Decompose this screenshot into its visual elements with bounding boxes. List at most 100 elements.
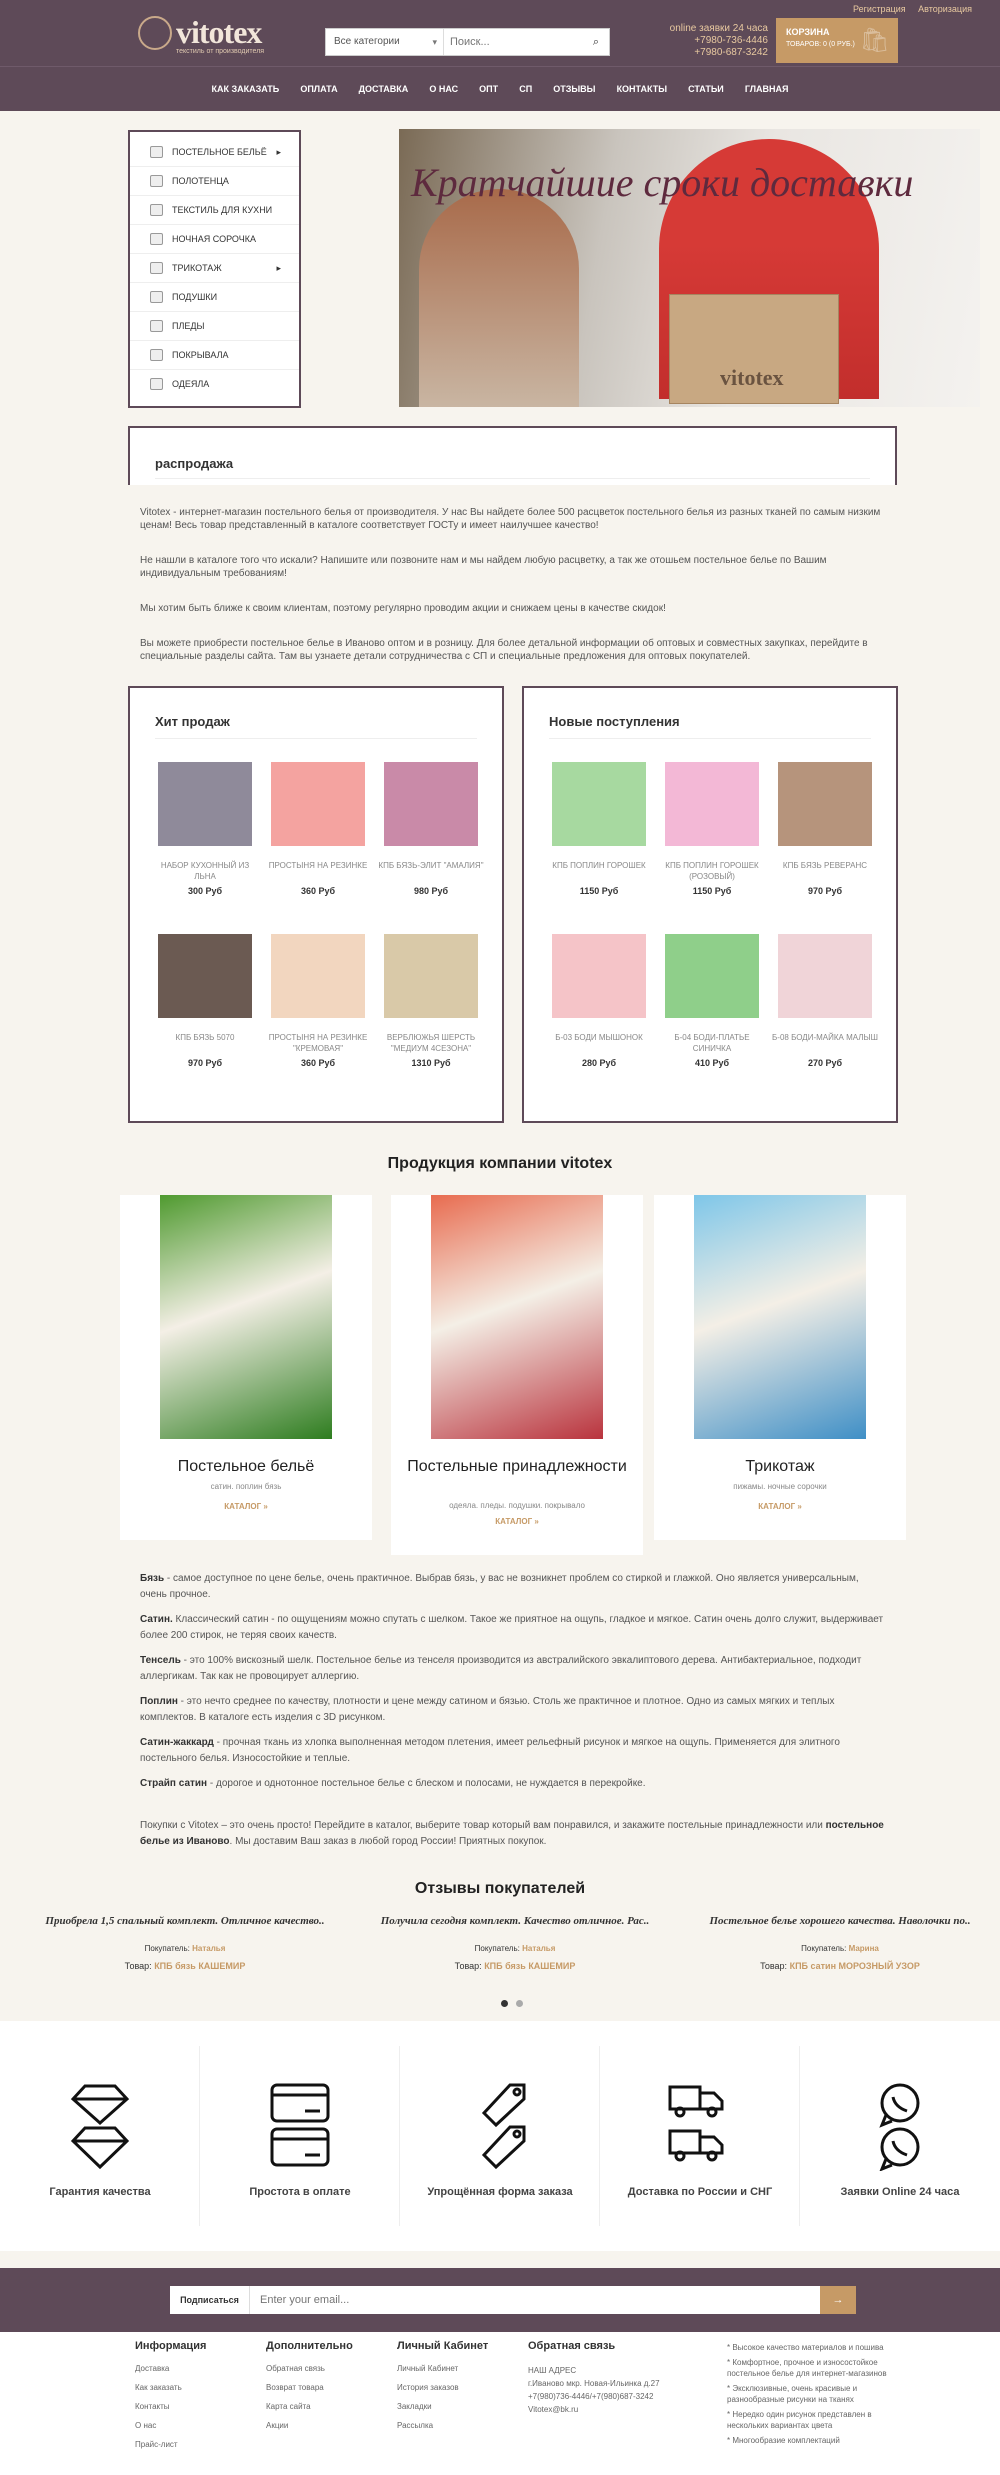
nav-contacts[interactable]: КОНТАКТЫ xyxy=(617,67,667,112)
review-item[interactable]: Постельное белье хорошего качества. Наво… xyxy=(690,1913,990,1971)
category-towels[interactable]: ПОЛОТЕНЦА xyxy=(130,167,299,196)
category-blankets[interactable]: ОДЕЯЛА xyxy=(130,370,299,399)
product-name[interactable]: КПБ ПОПЛИН ГОРОШЕК xyxy=(544,860,654,882)
footer-link[interactable]: Карта сайта xyxy=(266,2402,353,2411)
category-kitchen[interactable]: ТЕКСТИЛЬ ДЛЯ КУХНИ xyxy=(130,196,299,225)
product-card[interactable]: ВЕРБЛЮЖЬЯ ШЕРСТЬ "МЕДИУМ 4СЕЗОНА" 1310 Ру… xyxy=(376,934,486,1068)
product-name[interactable]: Б-03 БОДИ МЫШОНОК xyxy=(544,1032,654,1054)
review-quote[interactable]: Получила сегодня комплект. Качество отли… xyxy=(360,1913,670,1930)
footer-link[interactable]: Контакты xyxy=(135,2402,206,2411)
footer-link[interactable]: Доставка xyxy=(135,2364,206,2373)
nav-about[interactable]: О НАС xyxy=(429,67,458,112)
product-category-card[interactable]: Трикотаж пижамы. ночные сорочки КАТАЛОГ … xyxy=(654,1195,906,1540)
product-name[interactable]: ПРОСТЫНЯ НА РЕЗИНКЕ xyxy=(263,860,373,882)
product-name[interactable]: КПБ БЯЗЬ РЕВЕРАНС xyxy=(770,860,880,882)
category-knitwear[interactable]: ТРИКОТАЖ ▸ xyxy=(130,254,299,283)
product-category-card[interactable]: Постельное бельё сатин. поплин бязь КАТА… xyxy=(120,1195,372,1540)
site-logo[interactable]: vitotex текстиль от производителя xyxy=(138,14,298,58)
search-category-select[interactable]: Все категории ▾ xyxy=(326,29,444,55)
phone-1[interactable]: +7980-736-4446 xyxy=(650,35,768,47)
sale-title[interactable]: распродажа xyxy=(155,456,233,471)
product-image[interactable] xyxy=(271,762,365,846)
product-card[interactable]: КПБ ПОПЛИН ГОРОШЕК (РОЗОВЫЙ) 1150 Руб xyxy=(657,762,767,896)
category-poster-image[interactable] xyxy=(694,1195,866,1439)
product-name[interactable]: Б-04 БОДИ-ПЛАТЬЕ СИНИЧКА xyxy=(657,1032,767,1054)
nav-sp[interactable]: СП xyxy=(519,67,532,112)
footer-phones[interactable]: +7(980)736-4446/+7(980)687-3242 xyxy=(528,2390,660,2403)
nav-payment[interactable]: ОПЛАТА xyxy=(300,67,337,112)
subscribe-button[interactable]: → xyxy=(820,2286,856,2314)
nav-delivery[interactable]: ДОСТАВКА xyxy=(359,67,409,112)
footer-link[interactable]: Возврат товара xyxy=(266,2383,353,2392)
footer-link[interactable]: О нас xyxy=(135,2421,206,2430)
product-image[interactable] xyxy=(665,934,759,1018)
product-image[interactable] xyxy=(778,762,872,846)
product-image[interactable] xyxy=(384,934,478,1018)
product-name[interactable]: НАБОР КУХОННЫЙ ИЗ ЛЬНА xyxy=(150,860,260,882)
catalog-link[interactable]: КАТАЛОГ » xyxy=(120,1502,372,1511)
category-bedding[interactable]: ПОСТЕЛЬНОЕ БЕЛЬЁ ▸ xyxy=(130,138,299,167)
product-card[interactable]: КПБ БЯЗЬ 5070 970 Руб xyxy=(150,934,260,1068)
footer-link[interactable]: Как заказать xyxy=(135,2383,206,2392)
nav-how-to-order[interactable]: КАК ЗАКАЗАТЬ xyxy=(211,67,279,112)
category-poster-image[interactable] xyxy=(431,1195,603,1439)
category-bedspreads[interactable]: ПОКРЫВАЛА xyxy=(130,341,299,370)
hero-banner[interactable]: vitotex Кратчайшие сроки доставки xyxy=(399,129,980,407)
category-pillows[interactable]: ПОДУШКИ xyxy=(130,283,299,312)
footer-link[interactable]: Личный Кабинет xyxy=(397,2364,488,2373)
product-name[interactable]: КПБ БЯЗЬ 5070 xyxy=(150,1032,260,1054)
nav-articles[interactable]: СТАТЬИ xyxy=(688,67,724,112)
product-image[interactable] xyxy=(158,934,252,1018)
product-image[interactable] xyxy=(158,762,252,846)
product-card[interactable]: Б-08 БОДИ-МАЙКА МАЛЫШ 270 Руб xyxy=(770,934,880,1068)
category-nightgown[interactable]: НОЧНАЯ СОРОЧКА xyxy=(130,225,299,254)
product-image[interactable] xyxy=(665,762,759,846)
product-image[interactable] xyxy=(271,934,365,1018)
product-image[interactable] xyxy=(778,934,872,1018)
product-image[interactable] xyxy=(384,762,478,846)
review-quote[interactable]: Приобрела 1,5 спальный комплект. Отлично… xyxy=(30,1913,340,1930)
product-card[interactable]: КПБ БЯЗЬ-ЭЛИТ "АМАЛИЯ" 980 Руб xyxy=(376,762,486,896)
product-image[interactable] xyxy=(552,934,646,1018)
product-card[interactable]: Б-03 БОДИ МЫШОНОК 280 Руб xyxy=(544,934,654,1068)
product-image[interactable] xyxy=(552,762,646,846)
footer-link[interactable]: Обратная связь xyxy=(266,2364,353,2373)
product-name[interactable]: КПБ БЯЗЬ-ЭЛИТ "АМАЛИЯ" xyxy=(376,860,486,882)
review-quote[interactable]: Постельное белье хорошего качества. Наво… xyxy=(690,1913,990,1930)
footer-link[interactable]: Рассылка xyxy=(397,2421,488,2430)
footer-link[interactable]: Акции xyxy=(266,2421,353,2430)
register-link[interactable]: Регистрация xyxy=(853,4,906,14)
category-poster-image[interactable] xyxy=(160,1195,332,1439)
search-input[interactable] xyxy=(450,32,575,52)
product-card[interactable]: ПРОСТЫНЯ НА РЕЗИНКЕ "КРЕМОВАЯ" 360 Руб xyxy=(263,934,373,1068)
footer-email[interactable]: Vitotex@bk.ru xyxy=(528,2403,660,2416)
category-plaids[interactable]: ПЛЕДЫ xyxy=(130,312,299,341)
nav-reviews[interactable]: ОТЗЫВЫ xyxy=(553,67,595,112)
product-name[interactable]: ВЕРБЛЮЖЬЯ ШЕРСТЬ "МЕДИУМ 4СЕЗОНА" xyxy=(376,1032,486,1054)
footer-link[interactable]: Прайс-лист xyxy=(135,2440,206,2449)
product-card[interactable]: КПБ БЯЗЬ РЕВЕРАНС 970 Руб xyxy=(770,762,880,896)
review-item[interactable]: Получила сегодня комплект. Качество отли… xyxy=(360,1913,670,1971)
product-category-card[interactable]: Постельные принадлежности одеяла. пледы.… xyxy=(391,1195,643,1555)
product-card[interactable]: КПБ ПОПЛИН ГОРОШЕК 1150 Руб xyxy=(544,762,654,896)
product-name[interactable]: Б-08 БОДИ-МАЙКА МАЛЫШ xyxy=(770,1032,880,1054)
carousel-dot-active[interactable] xyxy=(501,2000,508,2007)
phone-2[interactable]: +7980-687-3242 xyxy=(650,47,768,59)
product-name[interactable]: КПБ ПОПЛИН ГОРОШЕК (РОЗОВЫЙ) xyxy=(657,860,767,882)
product-card[interactable]: ПРОСТЫНЯ НА РЕЗИНКЕ 360 Руб xyxy=(263,762,373,896)
product-card[interactable]: НАБОР КУХОННЫЙ ИЗ ЛЬНА 300 Руб xyxy=(150,762,260,896)
nav-home[interactable]: ГЛАВНАЯ xyxy=(745,67,789,112)
email-field[interactable] xyxy=(250,2286,820,2314)
catalog-link[interactable]: КАТАЛОГ » xyxy=(391,1517,643,1526)
login-link[interactable]: Авторизация xyxy=(918,4,972,14)
carousel-dot[interactable] xyxy=(516,2000,523,2007)
product-card[interactable]: Б-04 БОДИ-ПЛАТЬЕ СИНИЧКА 410 Руб xyxy=(657,934,767,1068)
footer-link[interactable]: Закладки xyxy=(397,2402,488,2411)
nav-wholesale[interactable]: ОПТ xyxy=(479,67,498,112)
catalog-link[interactable]: КАТАЛОГ » xyxy=(654,1502,906,1511)
product-name[interactable]: ПРОСТЫНЯ НА РЕЗИНКЕ "КРЕМОВАЯ" xyxy=(263,1032,373,1054)
search-icon[interactable]: ⌕ xyxy=(587,33,605,51)
cart-button[interactable]: КОРЗИНА ТОВАРОВ: 0 (0 РУБ.) 🛍 xyxy=(776,18,898,63)
review-item[interactable]: Приобрела 1,5 спальный комплект. Отлично… xyxy=(30,1913,340,1971)
footer-link[interactable]: История заказов xyxy=(397,2383,488,2392)
